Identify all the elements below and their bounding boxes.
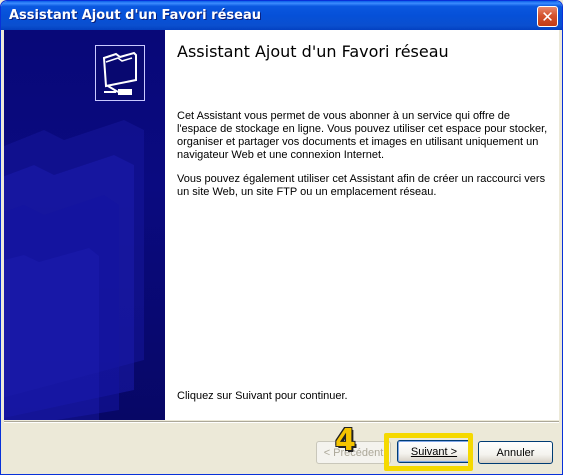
close-button[interactable]: ✕ [537,6,558,27]
network-folder-icon [102,51,137,95]
wizard-client-area: Assistant Ajout d'un Favori réseau Cet A… [4,30,559,420]
window-title: Assistant Ajout d'un Favori réseau [9,8,261,23]
step-number-badge: 4 [335,423,356,458]
wizard-content: Assistant Ajout d'un Favori réseau Cet A… [165,30,559,420]
page-title: Assistant Ajout d'un Favori réseau [177,42,449,61]
shortcut-paragraph: Vous pouvez également utiliser cet Assis… [177,173,546,198]
continue-instruction: Cliquez sur Suivant pour continuer. [177,390,348,402]
close-icon: ✕ [541,7,554,26]
title-bar[interactable]: Assistant Ajout d'un Favori réseau ✕ [1,1,562,30]
wizard-window: Assistant Ajout d'un Favori réseau ✕ Ass… [0,0,563,475]
intro-paragraph: Cet Assistant vous permet de vous abonne… [177,110,548,161]
cancel-button[interactable]: Annuler [478,441,553,464]
step-highlight-frame [384,433,473,471]
wizard-logo [95,45,145,101]
button-separator [4,421,559,423]
wizard-side-banner [4,30,165,420]
